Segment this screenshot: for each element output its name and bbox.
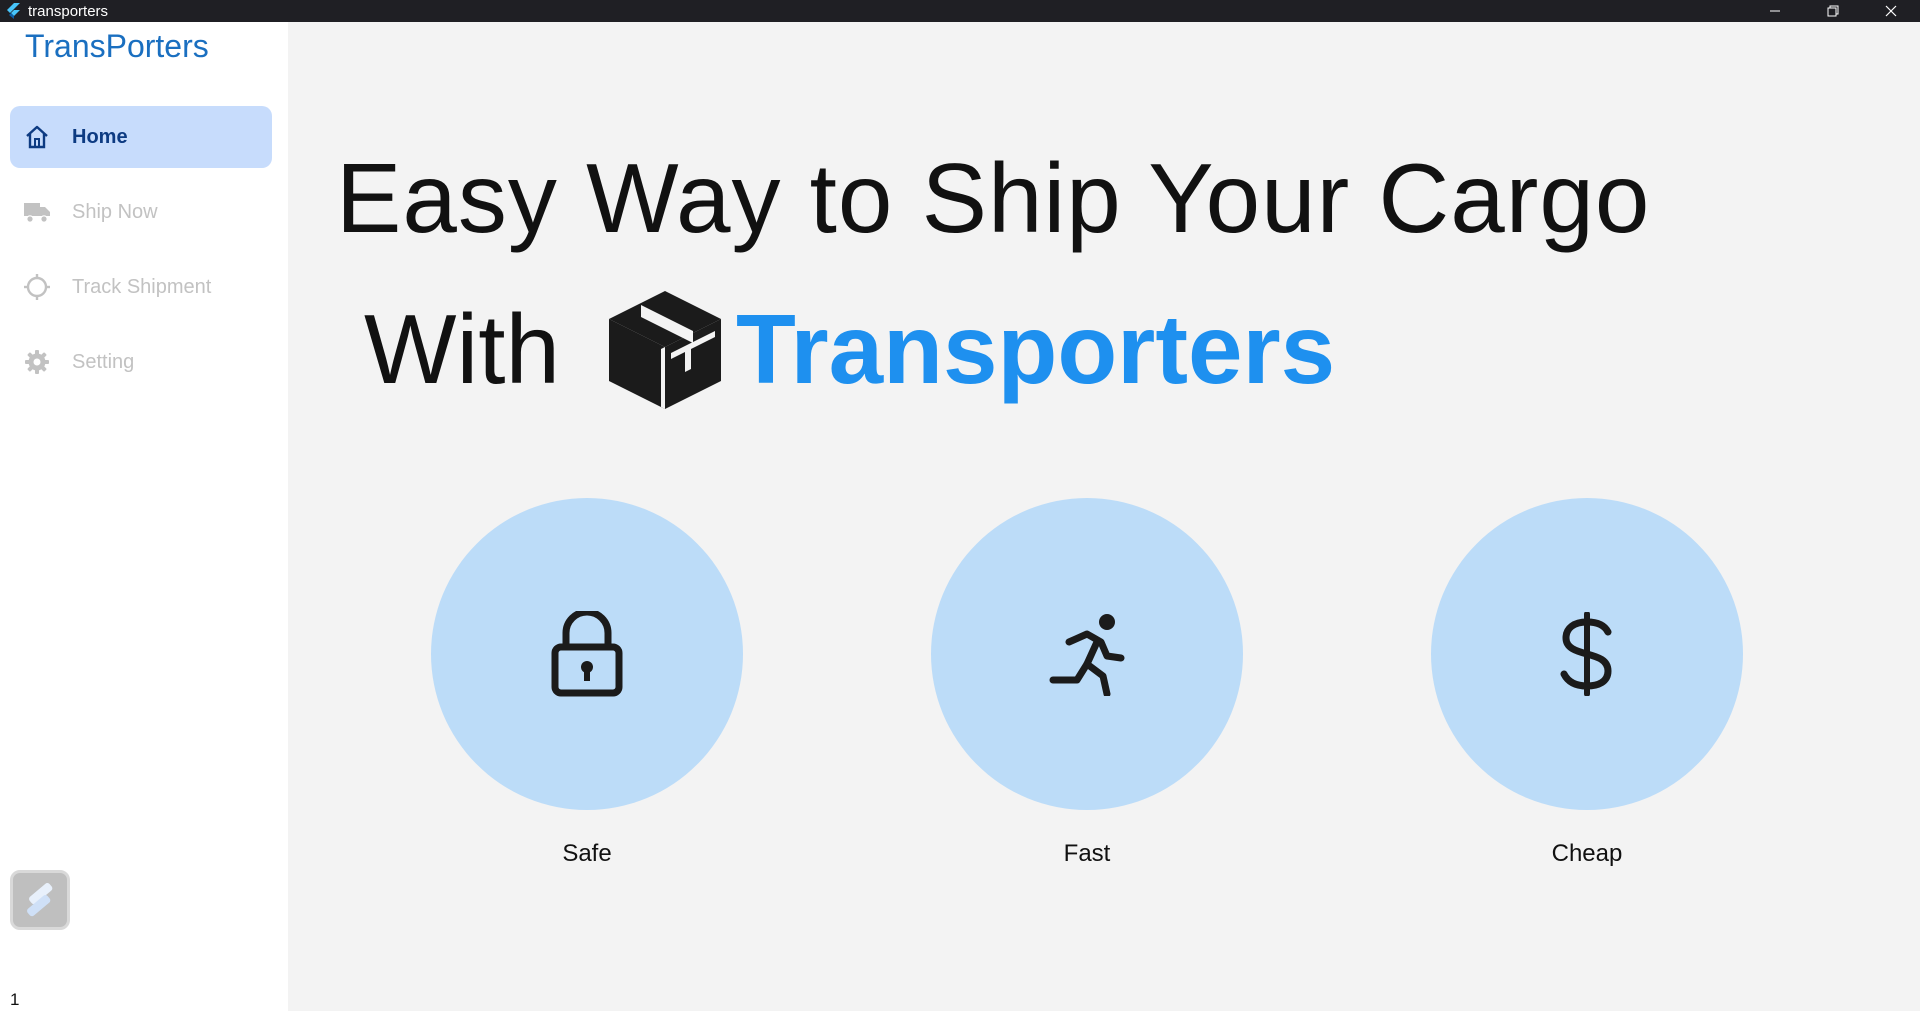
running-person-icon xyxy=(1049,614,1125,696)
feature-label: Cheap xyxy=(1551,840,1623,867)
window-titlebar: transporters xyxy=(0,0,1920,22)
package-icon xyxy=(600,284,730,414)
sidebar-item-track-shipment[interactable]: Track Shipment xyxy=(10,256,272,318)
feature-label: Safe xyxy=(562,840,612,867)
feature-circle xyxy=(431,498,743,810)
close-icon xyxy=(1885,5,1897,17)
crosshair-icon xyxy=(22,272,52,302)
sidebar-item-label: Setting xyxy=(72,350,135,373)
gear-icon xyxy=(22,347,52,377)
lock-icon xyxy=(551,611,623,697)
truck-icon xyxy=(22,197,52,227)
app-brand: TransPorters xyxy=(25,28,209,64)
feature-circle xyxy=(931,498,1243,810)
dollar-icon xyxy=(1560,612,1612,696)
feature-label: Fast xyxy=(1063,840,1111,867)
minimize-icon xyxy=(1770,10,1780,12)
sidebar-item-label: Home xyxy=(72,125,128,148)
sidebar-item-label: Track Shipment xyxy=(72,275,212,298)
sidebar-item-label: Ship Now xyxy=(72,200,158,223)
flutter-logo-icon xyxy=(6,3,22,19)
hero-brand: Transporters xyxy=(736,293,1336,404)
hero-headline: Easy Way to Ship Your Cargo xyxy=(336,143,1651,253)
main-content: Easy Way to Ship Your Cargo With Transpo… xyxy=(288,22,1920,1011)
sidebar: TransPorters Home Ship Now Track Shipmen… xyxy=(0,22,288,1011)
home-icon xyxy=(22,122,52,152)
feature-circle xyxy=(1431,498,1743,810)
close-button[interactable] xyxy=(1862,0,1920,22)
window-title: transporters xyxy=(28,2,109,20)
version-label: 1 xyxy=(10,990,20,1009)
sidebar-item-setting[interactable]: Setting xyxy=(10,331,272,393)
feature-cheap: Cheap xyxy=(1431,498,1743,868)
minimize-button[interactable] xyxy=(1746,0,1804,22)
hero-with-text: With xyxy=(364,293,560,404)
feature-safe: Safe xyxy=(431,498,743,868)
hero-subheadline: With Transporters xyxy=(364,284,1335,414)
sidebar-item-home[interactable]: Home xyxy=(10,106,272,168)
feature-fast: Fast xyxy=(931,498,1243,868)
restore-icon xyxy=(1827,5,1839,17)
restore-button[interactable] xyxy=(1804,0,1862,22)
app-switcher-button[interactable] xyxy=(10,870,70,930)
app-logo-icon xyxy=(27,883,53,917)
sidebar-item-ship-now[interactable]: Ship Now xyxy=(10,181,272,243)
